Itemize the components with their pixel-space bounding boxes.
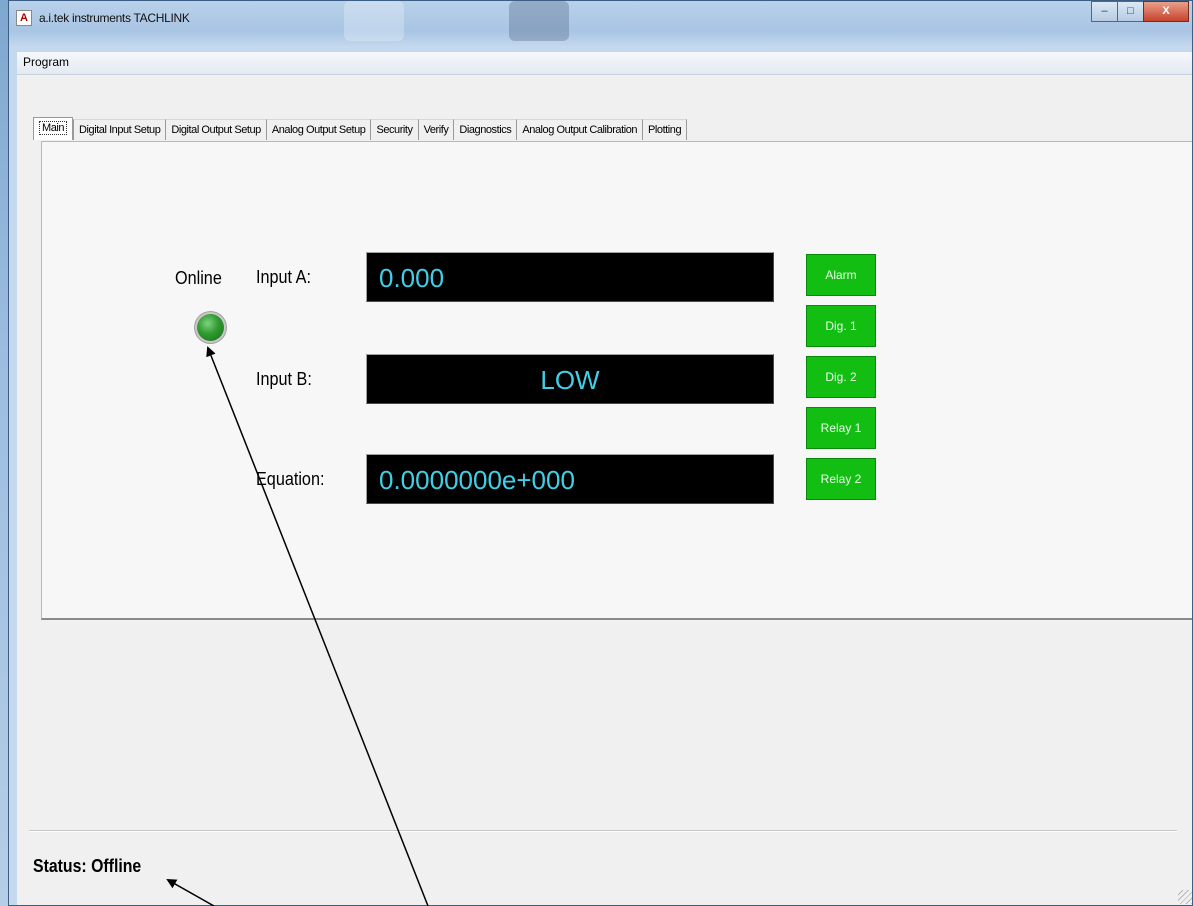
resize-grip[interactable]	[1178, 890, 1192, 904]
status-text: Status: Offline	[33, 856, 142, 876]
minimize-button[interactable]: –	[1091, 1, 1118, 22]
window-controls: – □ X	[1091, 1, 1189, 23]
relay-1-indicator[interactable]: Relay 1	[806, 407, 876, 449]
tab-main-label: Main	[39, 121, 68, 135]
title-bar[interactable]: A a.i.tek instruments TACHLINK – □ X	[9, 1, 1192, 47]
tab-strip: Main Digital Input Setup Digital Output …	[33, 117, 688, 141]
client-area: Program Main Digital Input Setup Digital…	[17, 51, 1192, 905]
background-decoration	[344, 1, 404, 41]
tab-main[interactable]: Main	[33, 117, 74, 140]
equation-label: Equation:	[256, 469, 325, 489]
relay-2-indicator[interactable]: Relay 2	[806, 458, 876, 500]
tab-analog-output-calibration[interactable]: Analog Output Calibration	[516, 119, 643, 140]
dig-2-indicator[interactable]: Dig. 2	[806, 356, 876, 398]
equation-display: 0.0000000e+000	[366, 454, 774, 504]
status-separator	[29, 830, 1177, 832]
tab-analog-output-setup[interactable]: Analog Output Setup	[265, 119, 371, 140]
dig-1-indicator[interactable]: Dig. 1	[806, 305, 876, 347]
tab-digital-output-setup[interactable]: Digital Output Setup	[165, 119, 266, 140]
app-window: A a.i.tek instruments TACHLINK – □ X Pro…	[8, 0, 1193, 906]
app-icon: A	[16, 10, 32, 26]
menu-program[interactable]: Program	[21, 55, 71, 69]
input-b-label: Input B:	[256, 369, 312, 389]
tab-verify[interactable]: Verify	[417, 119, 454, 140]
tab-diagnostics[interactable]: Diagnostics	[453, 119, 517, 140]
main-tab-panel: Online Input A: 0.000 Input B: LOW Equat…	[41, 141, 1192, 620]
alarm-indicator[interactable]: Alarm	[806, 254, 876, 296]
online-indicator-led	[197, 314, 224, 341]
menu-bar: Program	[17, 52, 1192, 75]
background-decoration	[509, 1, 569, 41]
input-b-display: LOW	[366, 354, 774, 404]
input-a-display: 0.000	[366, 252, 774, 302]
tab-digital-input-setup[interactable]: Digital Input Setup	[73, 119, 166, 140]
tab-security[interactable]: Security	[370, 119, 418, 140]
input-a-label: Input A:	[256, 267, 311, 287]
close-button[interactable]: X	[1143, 1, 1189, 22]
tab-plotting[interactable]: Plotting	[642, 119, 688, 140]
online-label: Online	[175, 268, 222, 288]
maximize-button[interactable]: □	[1117, 1, 1144, 22]
window-title: a.i.tek instruments TACHLINK	[39, 11, 190, 25]
